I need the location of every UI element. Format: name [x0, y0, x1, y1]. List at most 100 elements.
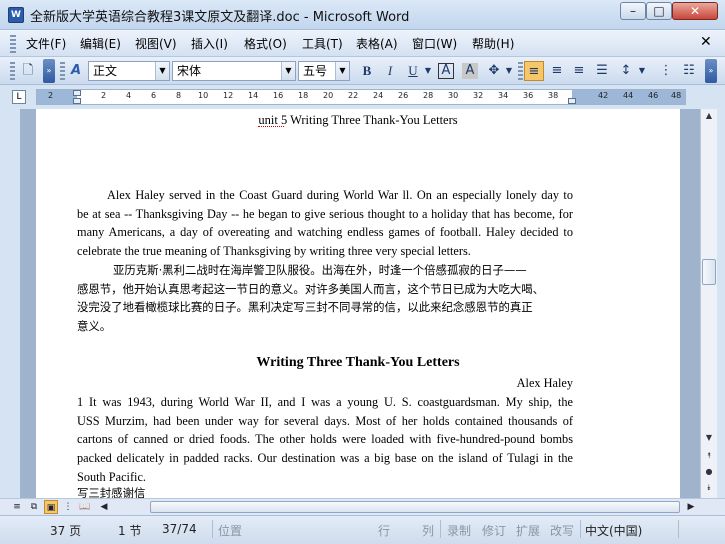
align-right-icon[interactable]: ≡ [569, 61, 589, 81]
new-document-icon[interactable]: 🗋 [18, 61, 38, 81]
ruler-tick: 24 [373, 91, 384, 100]
align-center-icon[interactable]: ≡ [547, 61, 567, 81]
print-layout-icon[interactable]: ▣ [44, 500, 58, 514]
text-line: 亚历克斯·黑利二战时在海岸警卫队服役。出海在外，时逢一个倍感孤寂的日子—— [113, 263, 527, 277]
ruler-tick: 12 [223, 91, 234, 100]
align-left-icon[interactable]: ≡ [524, 61, 544, 81]
chinese-fragment: 写三封感谢信 [77, 486, 146, 498]
horizontal-ruler[interactable]: 2 2 4 6 8 10 12 14 16 18 20 22 24 26 28 … [36, 89, 686, 105]
status-page: 37 页 [50, 524, 82, 538]
chevron-down-icon[interactable]: ▼ [155, 62, 169, 80]
menu-tools[interactable]: 工具(T) [302, 35, 343, 52]
status-language[interactable]: 中文(中国) [585, 522, 642, 539]
outline-view-icon[interactable]: ⋮ [61, 500, 75, 514]
minimize-button[interactable]: – [620, 2, 646, 20]
style-value: 正文 [93, 64, 118, 78]
status-section: 1 节 [118, 524, 142, 538]
italic-button[interactable]: I [380, 61, 400, 81]
font-size-dropdown[interactable]: 五号 ▼ [298, 61, 350, 81]
bold-button[interactable]: B [357, 61, 377, 81]
word-app-icon[interactable]: W [8, 7, 24, 23]
text-line: 没完没了地看橄榄球比赛的日子。黑利决定写三封不同寻常的信，以此来纪念感恩节的真正 [77, 300, 533, 315]
intro-chinese: 亚历克斯·黑利二战时在海岸警卫队服役。出海在外，时逢一个倍感孤寂的日子—— 感恩… [77, 261, 573, 336]
tab-selector[interactable]: L [12, 90, 26, 104]
ruler-tick: 2 [48, 91, 54, 100]
maximize-button[interactable]: □ [646, 2, 672, 20]
numbering-icon[interactable]: ⋮ [656, 61, 676, 81]
menu-file[interactable]: 文件(F) [26, 35, 66, 52]
status-ext[interactable]: 扩展 [516, 522, 540, 539]
ruler-tick: 26 [398, 91, 409, 100]
menu-view[interactable]: 视图(V) [135, 35, 177, 52]
ruler-tick: 34 [498, 91, 509, 100]
menu-grip[interactable] [10, 35, 16, 53]
menu-window[interactable]: 窗口(W) [412, 35, 457, 52]
status-rec[interactable]: 录制 [447, 522, 471, 539]
underline-button[interactable]: U [403, 61, 423, 81]
scroll-down-icon[interactable]: ▼ [702, 431, 716, 445]
document-area[interactable]: unit 5 Writing Three Thank-You Letters A… [0, 109, 700, 498]
paragraph-1: 1 It was 1943, during World War II, and … [77, 393, 573, 487]
ruler-tick: 44 [623, 91, 634, 100]
underline-chevron-down-icon[interactable]: ▼ [422, 61, 434, 81]
scroll-up-icon[interactable]: ▲ [702, 109, 716, 123]
unit-title: unit 5 Writing Three Thank-You Letters [258, 113, 458, 127]
first-line-indent-marker[interactable] [73, 90, 81, 96]
text-line: 意义。 [77, 319, 112, 334]
status-trk[interactable]: 修订 [482, 522, 506, 539]
text-line: packed delicately in padded racks. Our d… [77, 451, 573, 466]
style-dropdown[interactable]: 正文 ▼ [88, 61, 170, 81]
status-position: 位置 [218, 524, 243, 538]
previous-page-icon[interactable]: ⯭ [702, 449, 716, 463]
scrollbar-thumb[interactable] [702, 259, 716, 285]
ruler-tick: 18 [298, 91, 309, 100]
text-line: 1 It was 1943, during World War II, and … [77, 395, 573, 409]
char-border-button[interactable]: A [438, 63, 454, 79]
document-page[interactable]: unit 5 Writing Three Thank-You Letters A… [36, 109, 680, 498]
hanging-indent-marker[interactable] [73, 98, 81, 104]
chevron-down-icon[interactable]: ▼ [281, 62, 295, 80]
close-button[interactable]: ✕ [672, 2, 718, 20]
line-spacing-chevron-down-icon[interactable]: ▼ [636, 61, 648, 81]
toolbar-options-chevron-icon[interactable]: » [705, 59, 717, 83]
font-dropdown[interactable]: 宋体 ▼ [172, 61, 296, 81]
chevron-down-icon[interactable]: ▼ [335, 62, 349, 80]
author-name: Alex Haley [516, 376, 573, 390]
right-indent-marker[interactable] [568, 98, 576, 104]
menu-insert[interactable]: 插入(I) [191, 35, 228, 52]
select-browse-object-icon[interactable]: ● [702, 465, 716, 479]
scroll-left-icon[interactable]: ◀ [97, 500, 111, 514]
ruler-tick: 4 [126, 91, 132, 100]
justify-icon[interactable]: ☰ [592, 61, 612, 81]
menu-edit[interactable]: 编辑(E) [80, 35, 121, 52]
text-line: cartons of canned or dried foods. The ot… [77, 432, 573, 447]
vertical-scrollbar[interactable]: ▲ ▼ ⯭ ● ⯯ [700, 109, 717, 498]
ruler-tick: 2 [101, 91, 107, 100]
toolbar-grip[interactable] [60, 62, 65, 80]
title-bar: W 全新版大学英语综合教程3课文原文及翻译.doc - Microsoft Wo… [0, 0, 725, 30]
status-separator [678, 520, 679, 538]
web-layout-icon[interactable]: ⧉ [27, 500, 41, 514]
close-document-icon[interactable]: ✕ [700, 34, 712, 50]
toolbar-grip[interactable] [518, 62, 523, 80]
reading-layout-icon[interactable]: 📖 [78, 500, 92, 514]
status-ovr[interactable]: 改写 [550, 522, 574, 539]
scaling-chevron-down-icon[interactable]: ▼ [503, 61, 515, 81]
next-page-icon[interactable]: ⯯ [702, 481, 716, 495]
bullets-icon[interactable]: ☷ [679, 61, 699, 81]
toolbar-options-chevron-icon[interactable]: » [43, 59, 55, 83]
styles-formatting-icon[interactable]: A [66, 61, 86, 81]
scroll-right-icon[interactable]: ▶ [684, 500, 698, 514]
menu-format[interactable]: 格式(O) [244, 35, 287, 52]
char-shading-button[interactable]: A [462, 63, 478, 79]
menu-help[interactable]: 帮助(H) [472, 35, 514, 52]
line-spacing-icon[interactable]: ↕ [616, 61, 636, 81]
horizontal-scrollbar-thumb[interactable] [150, 501, 680, 513]
toolbar-grip[interactable] [10, 62, 15, 80]
font-value: 宋体 [177, 64, 202, 78]
normal-view-icon[interactable]: ≡ [10, 500, 24, 514]
ruler-tick: 36 [523, 91, 534, 100]
spelling-underline [258, 126, 284, 127]
character-scaling-icon[interactable]: ✥ [484, 61, 504, 81]
menu-table[interactable]: 表格(A) [356, 35, 398, 52]
